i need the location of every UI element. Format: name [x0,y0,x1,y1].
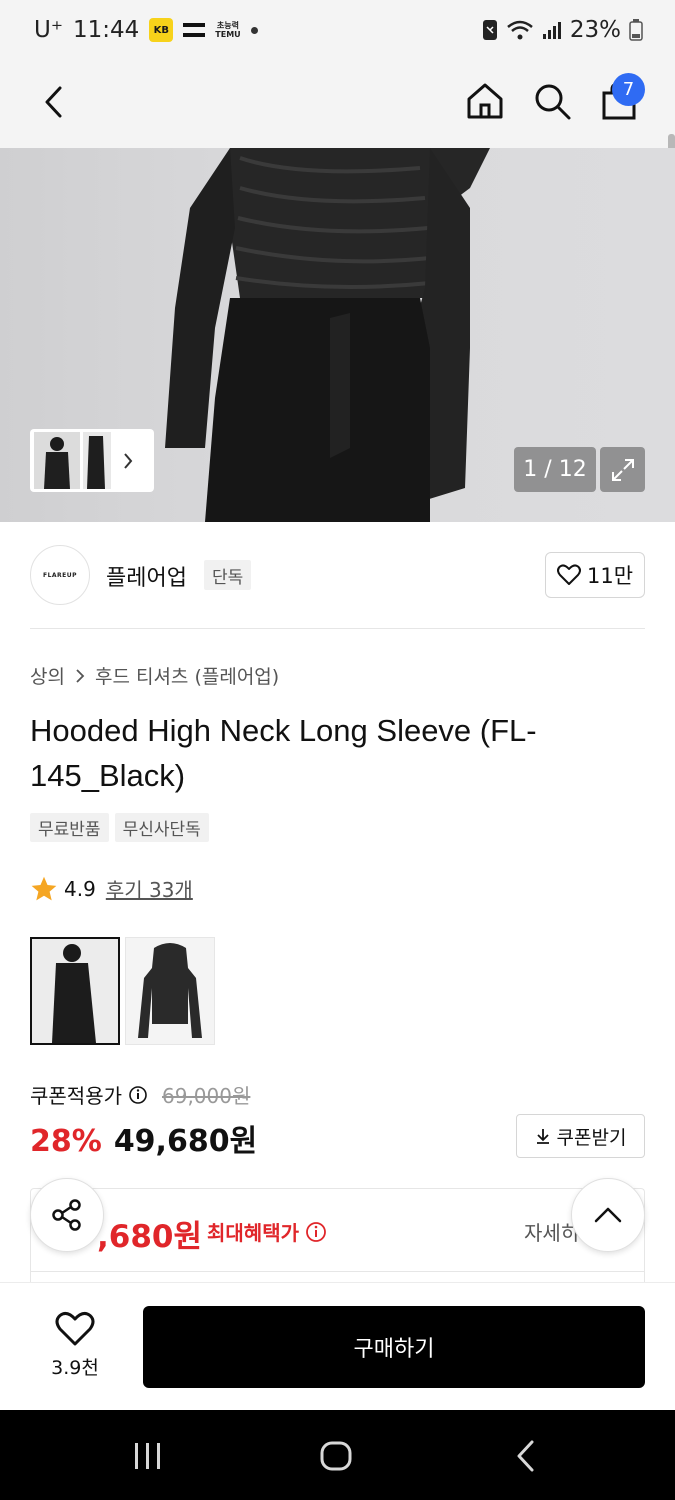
current-price: 49,680원 [113,1124,258,1159]
max-benefit-text: 최대혜택가 [207,1221,299,1245]
review-link[interactable]: 후기 33개 [106,874,193,903]
coupon-price-text: 쿠폰적용가 [30,1084,122,1108]
discount-rate: 28% [30,1124,102,1159]
rating-value: 4.9 [64,876,96,901]
chevron-up-icon [594,1207,622,1223]
purchase-bar: 3.9천 구매하기 [0,1282,675,1410]
battery-icon [629,19,643,41]
product-tags: 무료반품 무신사단독 [30,813,209,842]
brand-like-button[interactable]: 11만 [545,552,645,598]
info-icon[interactable] [305,1221,327,1243]
breadcrumb-item[interactable]: 상의 [30,662,65,689]
product-title: Hooded High Neck Long Sleeve (FL-145_Bla… [30,713,537,793]
product-tag: 무신사단독 [114,813,209,842]
chevron-left-icon [45,86,62,118]
chevron-right-icon [76,668,85,683]
coupon-price-label: 쿠폰적용가 69,000원 [30,1080,250,1109]
recent-apps-icon [135,1443,160,1469]
rating-row: 4.9 후기 33개 [30,874,193,903]
variant-thumbnail [126,938,214,1044]
divider [30,628,645,629]
star-icon [31,876,57,900]
system-nav-bar [0,1410,675,1500]
notification-bars-icon [183,23,206,37]
product-image-gallery[interactable]: 1 / 12 [0,148,675,522]
chevron-right-icon [124,452,133,469]
original-price: 69,000원 [162,1084,251,1108]
gallery-thumbnail [34,432,80,489]
gallery-thumbnails-button[interactable] [30,429,154,492]
expand-button[interactable] [600,447,645,492]
wifi-icon [507,20,533,40]
back-arrow-icon [517,1440,534,1472]
system-home-button[interactable] [316,1436,356,1476]
max-benefit-price: ,680원 [97,1219,203,1255]
heart-icon [55,1311,95,1345]
cart-count-badge: 7 [612,73,645,106]
system-back-button[interactable] [506,1436,546,1476]
status-bar: U⁺ 11:44 KB 초능력 TEMU 23% [0,0,675,64]
search-button[interactable] [527,76,577,126]
variant-option-selected[interactable] [30,937,120,1045]
status-left: U⁺ 11:44 KB 초능력 TEMU [34,17,258,43]
temu-icon: 초능력 TEMU [215,21,241,39]
brand-exclusive-tag: 단독 [204,560,252,590]
divider [31,1271,644,1272]
brand-like-count: 11만 [586,564,634,588]
home-circle-icon [320,1441,352,1471]
app-header: 7 [0,64,675,200]
brand-name[interactable]: 플레어업 [106,560,187,592]
share-button[interactable] [30,1178,104,1252]
get-coupon-label: 쿠폰받기 [556,1126,627,1149]
max-benefit-label: 최대혜택가 [207,1217,327,1246]
product-tag: 무료반품 [30,813,109,842]
wishlist-count: 3.9천 [51,1356,99,1379]
nfc-icon [482,20,497,40]
back-button[interactable] [30,78,78,126]
recent-apps-button[interactable] [128,1436,168,1476]
breadcrumb-item[interactable]: 후드 티셔츠 (플레어업) [95,662,279,689]
max-benefit-box[interactable]: ,680원 최대혜택가 자세히 [30,1188,645,1288]
gallery-page-indicator: 1 / 12 [514,447,596,492]
info-icon[interactable] [128,1085,148,1105]
gallery-thumbnail [83,432,111,489]
battery-percent: 23% [569,17,621,43]
home-button[interactable] [460,76,510,126]
signal-icon [542,22,561,39]
breadcrumb: 상의 후드 티셔츠 (플레어업) [30,662,279,689]
kb-icon: KB [149,18,174,42]
brand-logo[interactable]: FLAREUP [30,545,90,605]
variant-thumbnail [32,939,118,1043]
carrier-label: U⁺ [34,17,63,43]
color-variants [30,937,215,1045]
search-icon [535,84,571,120]
expand-icon [611,458,634,481]
download-icon [536,1129,549,1144]
variant-option[interactable] [125,937,215,1045]
get-coupon-button[interactable]: 쿠폰받기 [516,1114,645,1158]
price-row: 28% 49,680원 [30,1116,257,1160]
status-right: 23% [482,17,643,43]
buy-button[interactable]: 구매하기 [143,1306,645,1388]
wishlist-button[interactable]: 3.9천 [30,1307,120,1383]
home-icon [467,83,503,119]
more-notifications-dot-icon [250,26,258,34]
heart-icon [556,564,581,585]
clock: 11:44 [72,17,140,43]
share-icon [52,1199,81,1231]
scroll-top-button[interactable] [571,1178,645,1252]
